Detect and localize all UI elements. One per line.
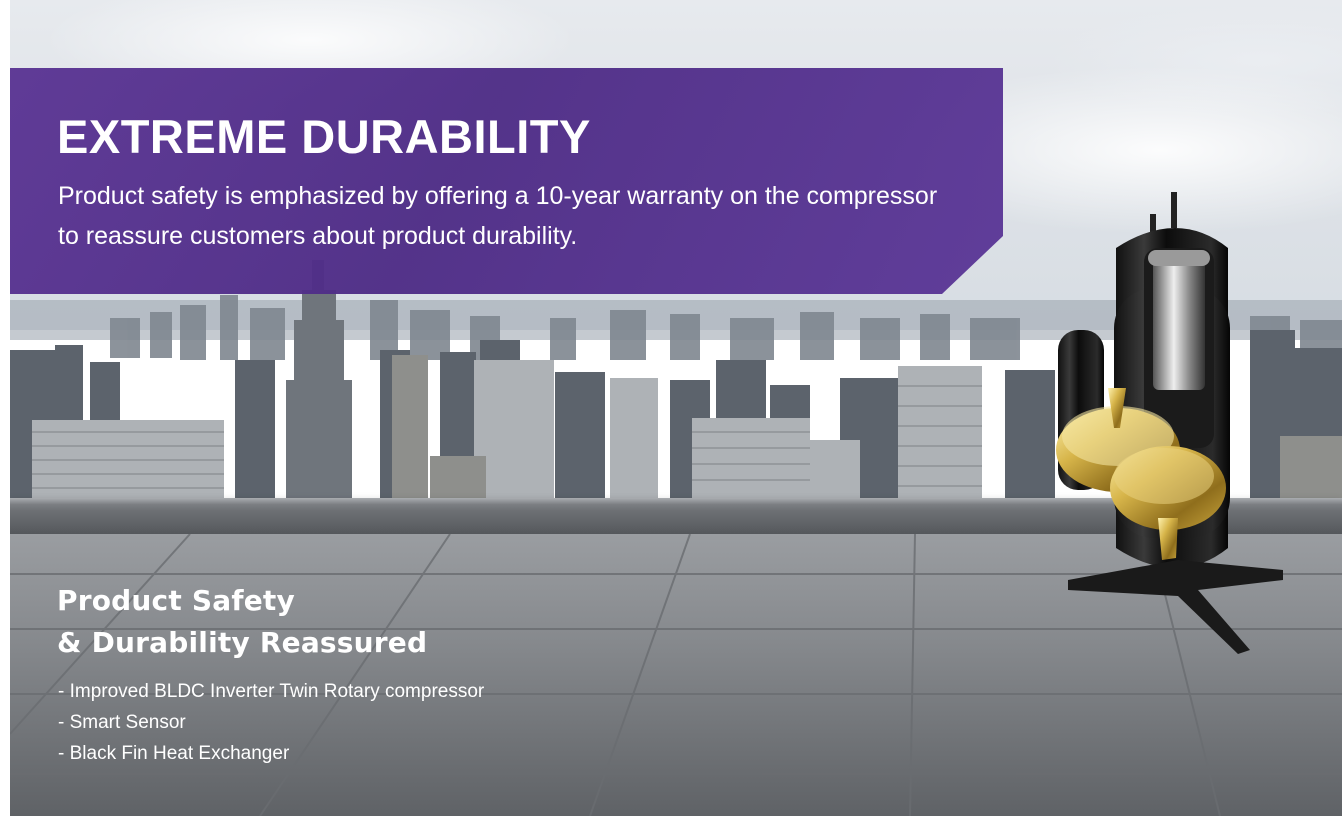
durability-section: EXTREME DURABILITY Product safety is emp…: [10, 0, 1342, 816]
twin-rotary-compressor-image: [1056, 192, 1283, 654]
list-item: - Improved BLDC Inverter Twin Rotary com…: [58, 681, 485, 702]
list-item: - Smart Sensor: [58, 712, 186, 733]
banner-description: Product safety is emphasized by offering…: [58, 182, 938, 250]
page-title: EXTREME DURABILITY: [57, 110, 591, 163]
safety-heading-line2: & Durability Reassured: [57, 626, 428, 659]
safety-heading-line1: Product Safety: [57, 584, 295, 617]
safety-heading: Product Safety & Durability Reassured: [57, 580, 427, 664]
list-item: - Black Fin Heat Exchanger: [58, 743, 290, 764]
feature-list: - Improved BLDC Inverter Twin Rotary com…: [58, 676, 484, 769]
